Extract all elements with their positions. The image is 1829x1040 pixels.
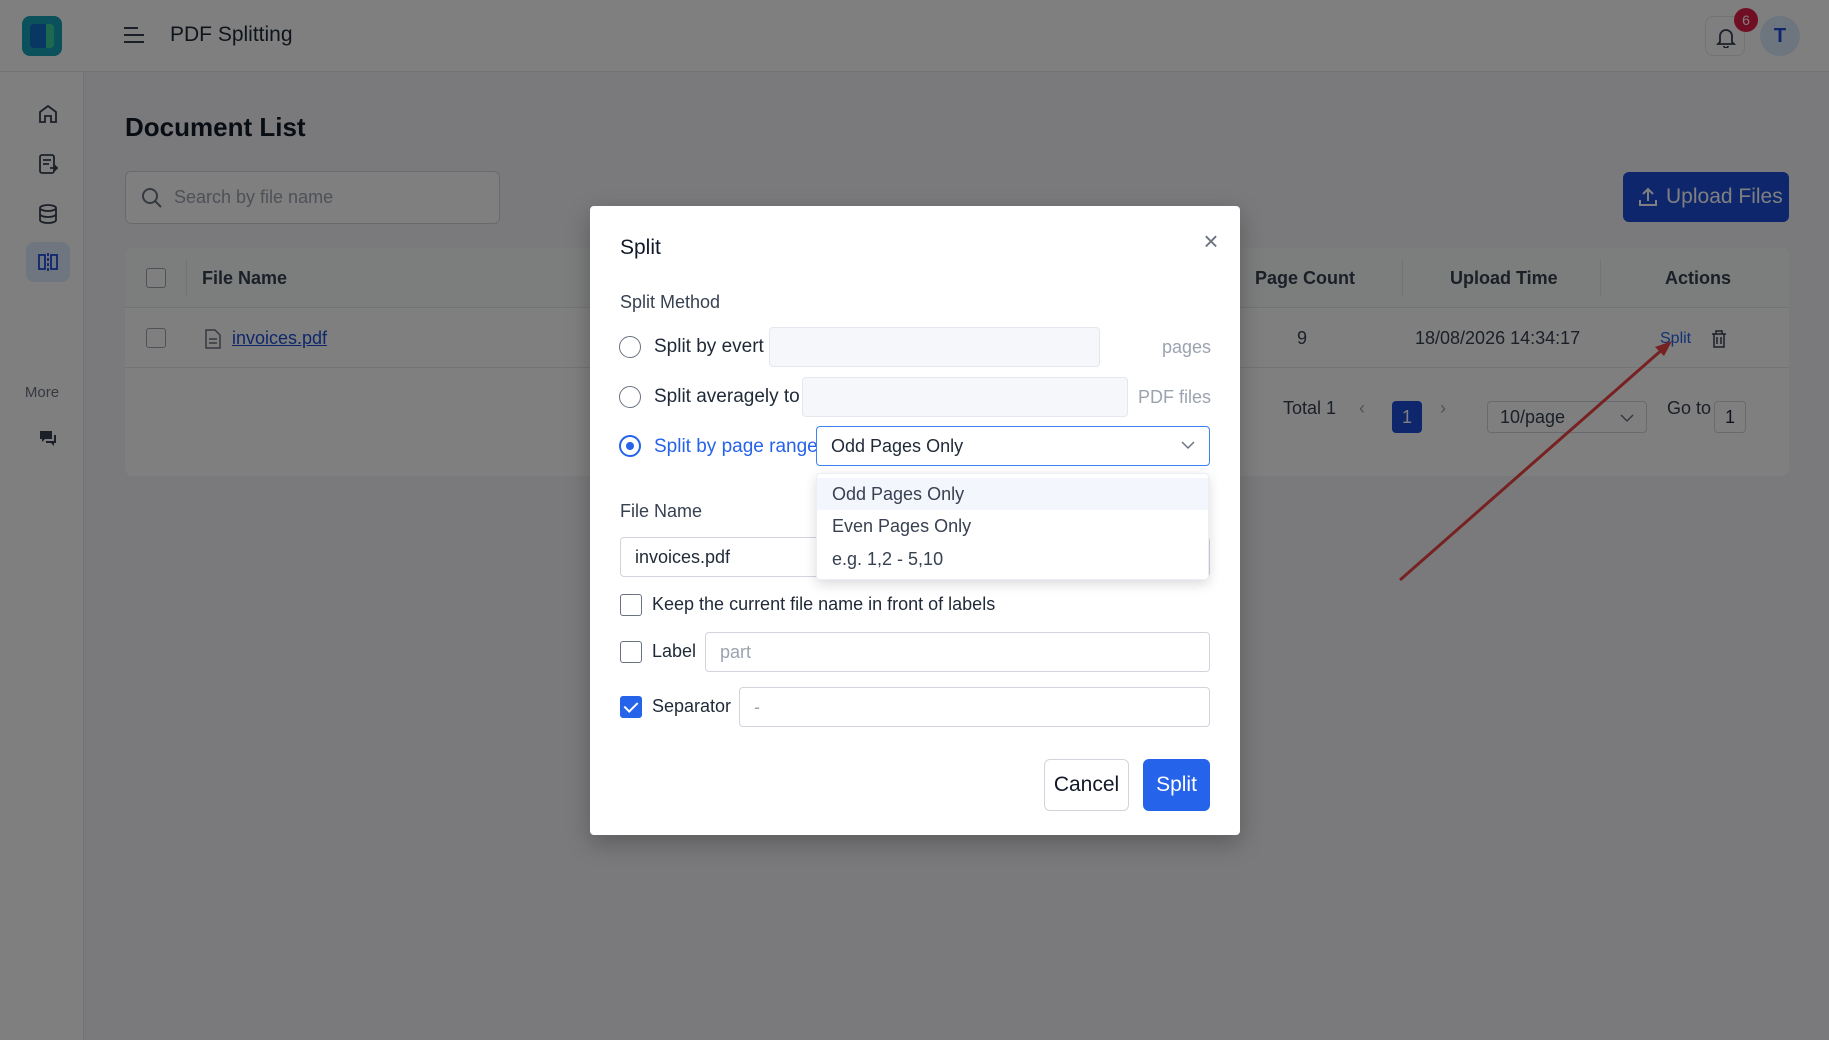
chevron-down-icon xyxy=(1181,441,1195,450)
radio-split-average[interactable] xyxy=(619,386,641,408)
split-range-label[interactable]: Split by page range xyxy=(654,436,818,458)
close-icon[interactable]: × xyxy=(1198,228,1224,254)
separator-value: - xyxy=(754,697,760,717)
label-checkbox[interactable] xyxy=(620,641,642,663)
label-option-label: Label xyxy=(652,641,697,661)
separator-label: Separator xyxy=(652,696,732,716)
split-average-label[interactable]: Split averagely to xyxy=(654,386,800,408)
dialog-title: Split xyxy=(620,236,661,259)
page-range-dropdown: Odd Pages Only Even Pages Only e.g. 1,2 … xyxy=(816,473,1209,580)
file-name-label: File Name xyxy=(620,501,703,521)
keep-name-checkbox[interactable] xyxy=(620,594,642,616)
dropdown-option-even[interactable]: Even Pages Only xyxy=(817,510,1208,542)
separator-input[interactable]: - xyxy=(739,687,1210,727)
cancel-button[interactable]: Cancel xyxy=(1044,759,1129,811)
split-average-input[interactable] xyxy=(802,377,1128,417)
split-every-input[interactable] xyxy=(769,327,1100,367)
split-method-label: Split Method xyxy=(620,292,721,312)
radio-split-every[interactable] xyxy=(619,336,641,358)
split-every-label[interactable]: Split by evert xyxy=(654,336,764,358)
radio-split-range[interactable] xyxy=(619,435,641,457)
label-input[interactable]: part xyxy=(705,632,1210,672)
split-every-suffix: pages xyxy=(1162,337,1212,357)
page-range-value: Odd Pages Only xyxy=(831,436,964,456)
dropdown-option-odd[interactable]: Odd Pages Only xyxy=(817,478,1208,510)
keep-name-label: Keep the current file name in front of l… xyxy=(652,594,996,614)
dropdown-option-custom[interactable]: e.g. 1,2 - 5,10 xyxy=(817,543,1208,575)
page-range-select[interactable]: Odd Pages Only xyxy=(816,426,1210,466)
label-placeholder: part xyxy=(720,642,752,662)
separator-checkbox[interactable] xyxy=(620,696,642,718)
split-average-suffix: PDF files xyxy=(1138,387,1212,407)
split-button[interactable]: Split xyxy=(1143,759,1210,811)
